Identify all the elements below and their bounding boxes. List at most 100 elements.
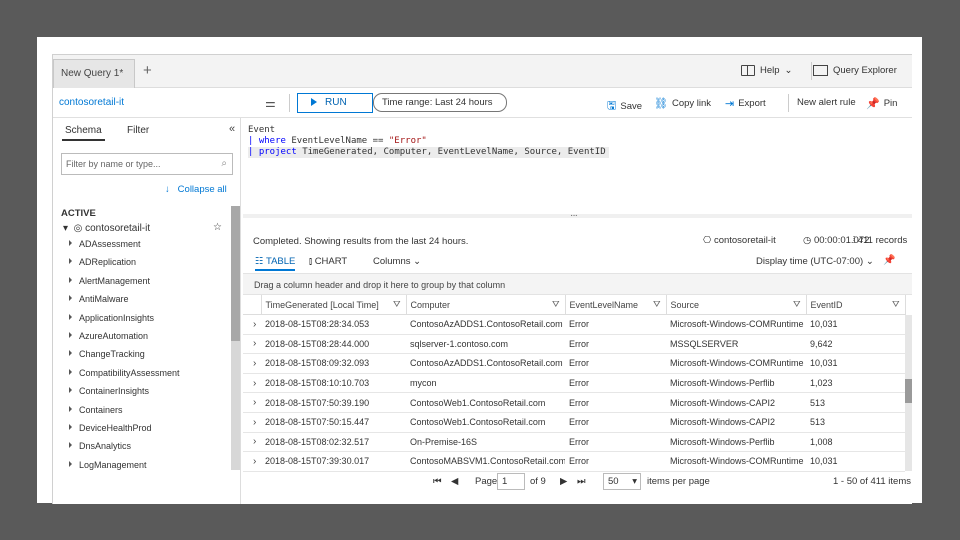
schema-tree-item[interactable]: AzureAutomation <box>69 331 180 349</box>
column-header-computer[interactable]: Computer ⛛ <box>406 295 566 315</box>
schema-search-input[interactable]: Filter by name or type... ⌕ <box>61 153 233 175</box>
schema-tree-item[interactable]: Containers <box>69 405 180 423</box>
schema-tabs: Schema Filter « <box>53 118 241 141</box>
schema-tree: ADAssessment ADReplication AlertManagement… <box>69 239 180 478</box>
table-row[interactable]: › 2018-08-15T08:09:32.093 ContosoAzADDS1.C… <box>243 353 905 374</box>
filter-icon[interactable]: ⛛ <box>653 299 661 310</box>
table-cell: 2018-08-15T08:10:10.703 <box>261 373 406 394</box>
workspace-node[interactable]: ▾ ◎ contosoretail-it <box>63 223 150 234</box>
schema-tree-item[interactable]: CompatibilityAssessment <box>69 368 180 386</box>
schema-tree-item-label: AntiMalware <box>79 294 129 305</box>
expand-arrow-icon <box>69 368 72 375</box>
expand-row-icon[interactable]: › <box>243 353 261 374</box>
page-label: Page <box>475 476 498 487</box>
next-page-icon[interactable]: ▶ <box>560 476 567 487</box>
table-cell: 2018-08-15T07:50:39.190 <box>261 392 406 413</box>
first-page-icon[interactable]: ⏮ <box>433 476 442 487</box>
filter-icon[interactable]: ⛛ <box>892 299 900 310</box>
prev-page-icon[interactable]: ◀ <box>451 476 458 487</box>
schema-tree-item[interactable]: ADAssessment <box>69 239 180 257</box>
schema-tree-item[interactable]: AntiMalware <box>69 294 180 312</box>
column-header-timegenerated[interactable]: TimeGenerated [Local Time] ⛛ <box>261 295 407 315</box>
tab-chart[interactable]: ⫾ CHART <box>309 256 347 267</box>
schema-tree-item[interactable]: ContainerInsights <box>69 386 180 404</box>
collapse-panel-icon[interactable]: « <box>229 123 235 135</box>
table-cell: 10,031 <box>806 451 905 472</box>
results-table-body: › 2018-08-15T08:28:34.053 ContosoAzADDS1.C… <box>243 314 905 472</box>
expand-arrow-icon <box>69 258 72 265</box>
run-button[interactable]: RUN <box>297 93 373 113</box>
tab-schema[interactable]: Schema <box>62 125 105 141</box>
expand-row-icon[interactable]: › <box>243 373 261 394</box>
table-header-row: TimeGenerated [Local Time] ⛛ Computer ⛛ Ev… <box>243 295 906 315</box>
tab-table[interactable]: ☷ TABLE <box>255 256 296 271</box>
expand-row-icon[interactable]: › <box>243 314 261 335</box>
filter-icon[interactable]: ⛛ <box>552 299 560 310</box>
column-header-eventlevelname[interactable]: EventLevelName ⛛ <box>565 295 667 315</box>
save-button[interactable]: 🖫 Save <box>607 97 642 116</box>
chevron-down-icon: ⌄ <box>784 65 793 76</box>
workspace-selector[interactable]: contosoretail-it <box>59 97 124 108</box>
group-by-drop-zone[interactable]: Drag a column header and drop it here to… <box>243 273 912 295</box>
add-tab-icon[interactable]: + <box>143 62 152 79</box>
chart-icon: ⫾ <box>309 256 313 267</box>
expand-row-icon[interactable]: › <box>243 432 261 453</box>
favorite-star-icon[interactable]: ☆ <box>213 222 222 233</box>
results-scrollbar[interactable] <box>905 315 912 471</box>
table-cell: 10,031 <box>806 353 905 374</box>
time-range-picker[interactable]: Time range: Last 24 hours <box>373 93 507 112</box>
scrollbar-thumb[interactable] <box>231 206 240 341</box>
display-time-dropdown[interactable]: Display time (UTC-07:00) ⌄ <box>756 256 874 267</box>
filter-icon[interactable]: ⛛ <box>793 299 801 310</box>
schema-tree-item[interactable]: AlertManagement <box>69 276 180 294</box>
expand-row-icon[interactable]: › <box>243 392 261 413</box>
table-cell: ContosoAzADDS1.ContosoRetail.com <box>406 314 565 335</box>
schema-tree-item[interactable]: DeviceHealthProd <box>69 423 180 441</box>
schema-tree-item[interactable]: ADReplication <box>69 257 180 275</box>
table-row[interactable]: › 2018-08-15T07:39:30.017 ContosoMABSVM1.C… <box>243 451 905 472</box>
workspace-node-label: contosoretail-it <box>85 223 151 234</box>
table-row[interactable]: › 2018-08-15T08:10:10.703 mycon Error Micros… <box>243 373 905 394</box>
pin-button[interactable]: 📌 Pin <box>866 97 897 110</box>
help-menu[interactable]: Help ⌄ <box>741 65 793 76</box>
last-page-icon[interactable]: ⏭ <box>577 476 586 487</box>
schema-tree-item[interactable]: LogManagement <box>69 460 180 478</box>
schema-tree-item[interactable]: DnsAnalytics <box>69 441 180 459</box>
schema-tree-item[interactable]: ApplicationInsights <box>69 313 180 331</box>
column-header-source[interactable]: Source ⛛ <box>666 295 807 315</box>
table-cell: Error <box>565 353 666 374</box>
page-number-input[interactable]: 1 <box>497 473 525 490</box>
query-explorer-button[interactable]: Query Explorer <box>813 65 897 76</box>
expand-arrow-icon <box>69 460 72 467</box>
pin-icon[interactable]: 📌 <box>883 255 895 266</box>
expand-row-icon[interactable]: › <box>243 412 261 433</box>
tab-new-query[interactable]: New Query 1* <box>53 59 135 88</box>
schema-tree-item[interactable]: ChangeTracking <box>69 349 180 367</box>
table-row[interactable]: › 2018-08-15T07:50:15.447 ContosoWeb1.Cont… <box>243 412 905 433</box>
table-row[interactable]: › 2018-08-15T08:02:32.517 On-Premise-16S Er… <box>243 432 905 453</box>
play-icon <box>311 98 317 106</box>
expand-row-icon[interactable]: › <box>243 334 261 355</box>
chevron-down-icon: ▾ <box>632 476 637 487</box>
scrollbar-thumb[interactable] <box>905 379 912 403</box>
table-row[interactable]: › 2018-08-15T08:28:44.000 sqlserver-1.cont… <box>243 334 905 355</box>
export-button[interactable]: ⇥ Export <box>725 97 766 110</box>
collapse-all-button[interactable]: ↓ Collapse all <box>165 184 227 195</box>
clock-icon: ◷ <box>803 235 812 246</box>
status-message: Completed. Showing results from the last… <box>253 236 469 247</box>
filter-icon[interactable]: ⛛ <box>393 299 401 310</box>
copy-link-button[interactable]: ⛓ Copy link <box>654 97 711 110</box>
page-size-select[interactable]: 50 ▾ <box>603 473 641 490</box>
table-cell: 513 <box>806 412 905 433</box>
query-editor[interactable]: Event | where EventLevelName == "Error" … <box>248 125 912 215</box>
table-row[interactable]: › 2018-08-15T07:50:39.190 ContosoWeb1.Cont… <box>243 392 905 413</box>
tab-filter[interactable]: Filter <box>127 125 149 136</box>
schema-scrollbar[interactable] <box>231 206 240 470</box>
settings-sliders-icon[interactable]: ⚌ <box>265 96 276 110</box>
columns-dropdown[interactable]: Columns ⌄ <box>373 256 421 267</box>
column-header-eventid[interactable]: EventID ⛛ <box>806 295 906 315</box>
pagination-bar: ⏮ ◀ Page 1 of 9 ▶ ⏭ 50 ▾ items per page … <box>243 470 912 494</box>
new-alert-rule-button[interactable]: New alert rule <box>797 97 856 108</box>
table-row[interactable]: › 2018-08-15T08:28:34.053 ContosoAzADDS1.C… <box>243 314 905 335</box>
expand-row-icon[interactable]: › <box>243 451 261 472</box>
